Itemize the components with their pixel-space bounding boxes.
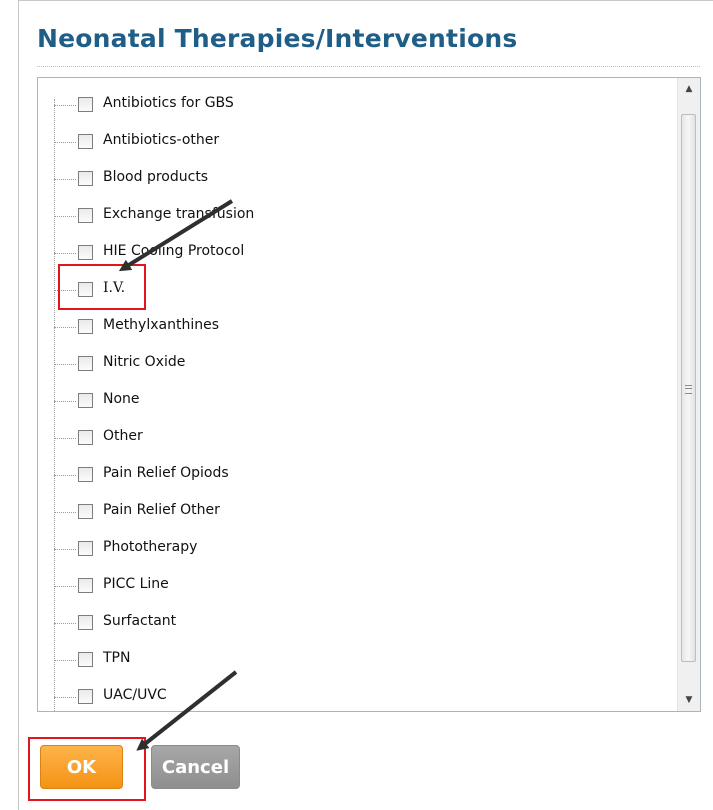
checkbox[interactable]	[78, 356, 93, 371]
list-item-uac-uvc[interactable]: UAC/UVC	[38, 686, 658, 710]
checkbox[interactable]	[78, 504, 93, 519]
dialog-top-border	[18, 0, 713, 10]
scroll-up-arrow-icon[interactable]: ▲	[678, 78, 700, 100]
list-item-antibiotics-other[interactable]: Antibiotics-other	[38, 131, 658, 155]
tree-connector	[54, 475, 76, 476]
tree-connector	[54, 253, 76, 254]
list-item-other[interactable]: Other	[38, 427, 658, 451]
list-item-nitric-oxide[interactable]: Nitric Oxide	[38, 353, 658, 377]
vertical-scrollbar[interactable]: ▲ ▼	[677, 78, 700, 711]
checkbox[interactable]	[78, 245, 93, 260]
checkbox[interactable]	[78, 615, 93, 630]
cancel-button[interactable]: Cancel	[151, 745, 240, 789]
list-item-picc-line[interactable]: PICC Line	[38, 575, 658, 599]
scroll-grip-icon	[685, 385, 692, 394]
list-item-label: HIE Cooling Protocol	[103, 243, 245, 259]
tree-connector	[54, 660, 76, 661]
list-item-label: TPN	[103, 650, 131, 666]
checkbox[interactable]	[78, 97, 93, 112]
list-item-label: Phototherapy	[103, 539, 198, 555]
checkbox[interactable]	[78, 134, 93, 149]
list-item-surfactant[interactable]: Surfactant	[38, 612, 658, 636]
list-item-exchange-transfusion[interactable]: Exchange transfusion	[38, 205, 658, 229]
tree-connector	[54, 364, 76, 365]
list-item-label: Surfactant	[103, 613, 177, 629]
checkbox[interactable]	[78, 652, 93, 667]
tree-connector	[54, 327, 76, 328]
list-item-label: Antibiotics for GBS	[103, 95, 234, 111]
tree-connector	[54, 586, 76, 587]
list-item-phototherapy[interactable]: Phototherapy	[38, 538, 658, 562]
tree-connector	[54, 438, 76, 439]
list-item-pain-relief-opiods[interactable]: Pain Relief Opiods	[38, 464, 658, 488]
tree-connector	[54, 105, 76, 106]
checkbox[interactable]	[78, 541, 93, 556]
checkbox[interactable]	[78, 208, 93, 223]
tree-connector	[54, 549, 76, 550]
checkbox[interactable]	[78, 319, 93, 334]
list-item-label: UAC/UVC	[103, 687, 167, 703]
checkbox[interactable]	[78, 393, 93, 408]
scrollbar-thumb[interactable]	[681, 114, 696, 662]
highlight-box-iv	[58, 264, 146, 310]
list-item-none[interactable]: None	[38, 390, 658, 414]
list-item-label: Exchange transfusion	[103, 206, 255, 222]
checkbox[interactable]	[78, 467, 93, 482]
list-item-label: PICC Line	[103, 576, 169, 592]
tree-connector	[54, 512, 76, 513]
list-item-blood-products[interactable]: Blood products	[38, 168, 658, 192]
list-item-methylxanthines[interactable]: Methylxanthines	[38, 316, 658, 340]
checkbox[interactable]	[78, 689, 93, 704]
title-divider	[37, 66, 700, 67]
tree-connector	[54, 401, 76, 402]
list-item-label: Nitric Oxide	[103, 354, 186, 370]
list-item-label: Methylxanthines	[103, 317, 219, 333]
highlight-box-ok	[28, 737, 146, 801]
tree-connector	[54, 623, 76, 624]
checkbox[interactable]	[78, 430, 93, 445]
checkbox[interactable]	[78, 171, 93, 186]
tree-connector	[54, 697, 76, 698]
scroll-down-arrow-icon[interactable]: ▼	[678, 689, 700, 711]
list-item-antibiotics-for-gbs[interactable]: Antibiotics for GBS	[38, 94, 658, 118]
tree-connector	[54, 179, 76, 180]
dialog-title: Neonatal Therapies/Interventions	[37, 24, 518, 53]
list-item-label: Pain Relief Other	[103, 502, 220, 518]
tree-connector	[54, 216, 76, 217]
list-item-label: Other	[103, 428, 143, 444]
therapy-list[interactable]: Antibiotics for GBS Antibiotics-other Bl…	[37, 77, 701, 712]
list-item-label: Blood products	[103, 169, 209, 185]
dialog-left-border	[18, 0, 19, 810]
list-item-label: Pain Relief Opiods	[103, 465, 229, 481]
checkbox[interactable]	[78, 578, 93, 593]
dialog-page: Neonatal Therapies/Interventions Antibio…	[0, 0, 713, 810]
list-item-hie-cooling-protocol[interactable]: HIE Cooling Protocol	[38, 242, 658, 266]
list-item-tpn[interactable]: TPN	[38, 649, 658, 673]
list-item-label: None	[103, 391, 140, 407]
tree-connector	[54, 142, 76, 143]
list-item-pain-relief-other[interactable]: Pain Relief Other	[38, 501, 658, 525]
list-item-label: Antibiotics-other	[103, 132, 220, 148]
